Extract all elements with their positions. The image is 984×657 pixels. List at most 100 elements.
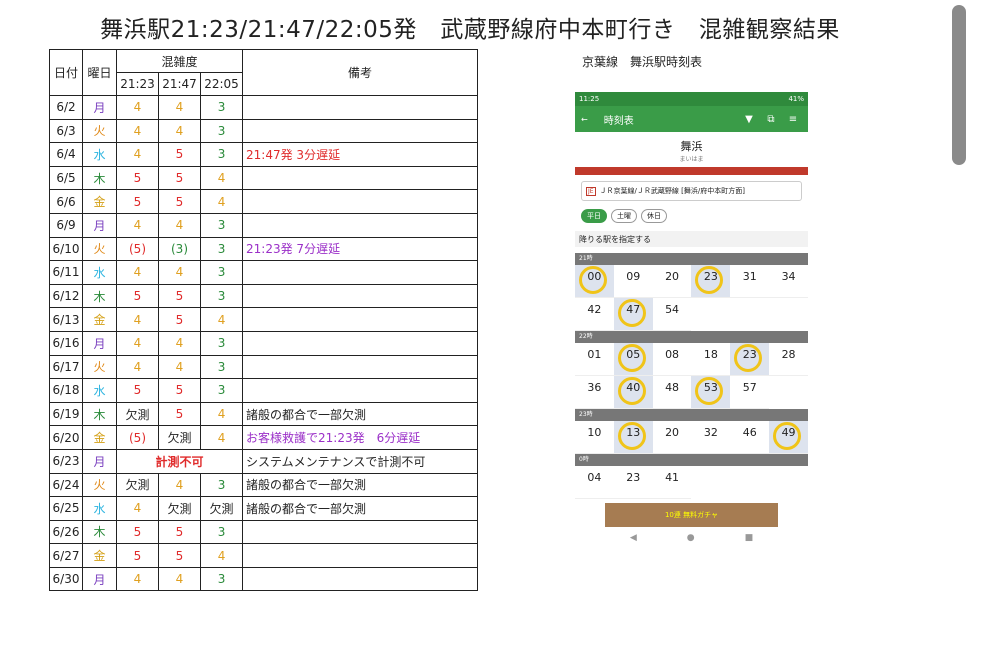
cell-weekday: 水 [82, 260, 117, 285]
line-selector[interactable]: JE ＪＲ京葉線/ＪＲ武蔵野線 [舞浜/府中本町方面] [581, 181, 802, 201]
home-circle-icon[interactable]: ● [687, 533, 695, 543]
cell-weekday: 水 [82, 378, 117, 403]
cell-date: 6/27 [49, 543, 83, 568]
cell-weekday: 木 [82, 165, 117, 191]
highlight-circle [734, 344, 763, 372]
back-triangle-icon[interactable]: ◀ [630, 533, 637, 543]
departure-cell[interactable]: 46 [730, 421, 770, 454]
departure-minute: 41 [665, 471, 680, 484]
departure-cell[interactable]: 49 [769, 421, 808, 454]
cell-congestion: 4 [158, 118, 201, 144]
tab-saturday[interactable]: 土曜 [611, 209, 637, 223]
cell-congestion: 欠測 [158, 425, 201, 450]
departure-minute: 01 [587, 348, 602, 361]
share-icon[interactable]: ⧉ [762, 114, 780, 125]
header-notes: 備考 [242, 49, 478, 96]
cell-note: 諸般の都合で一部欠測 [242, 472, 478, 498]
cell-congestion: 4 [116, 212, 159, 238]
cell-congestion: 5 [158, 189, 201, 214]
departure-cell[interactable]: 40 [613, 376, 653, 409]
cell-congestion: 4 [199, 543, 244, 568]
table-row: 6/11 水 4 4 3 [49, 260, 478, 285]
departure-cell[interactable]: 41 [652, 466, 692, 499]
cell-congestion: 4 [158, 212, 201, 238]
minute-grid: 01 05 08 18 23 28 36 40 48 53 57 [575, 343, 808, 409]
filter-label: 降りる駅を指定する [579, 234, 651, 244]
cell-congestion: 4 [158, 472, 201, 498]
back-arrow-icon[interactable]: ← [581, 115, 588, 124]
tab-weekday[interactable]: 平日 [581, 209, 607, 223]
departure-minute: 10 [587, 426, 602, 439]
cell-weekday: 月 [82, 212, 117, 238]
table-row: 6/30 月 4 4 3 [49, 566, 478, 592]
departure-cell[interactable]: 53 [691, 376, 731, 409]
departure-cell[interactable]: 05 [613, 343, 653, 376]
highlight-circle [617, 299, 646, 327]
cell-date: 6/30 [49, 566, 83, 592]
cell-date: 6/2 [49, 95, 83, 120]
cell-congestion: 5 [158, 307, 201, 332]
cell-congestion: 3 [199, 95, 244, 120]
cell-date: 6/3 [49, 118, 83, 144]
departure-cell[interactable]: 23 [613, 466, 653, 499]
hour-header: 0時 [575, 454, 808, 466]
departure-cell[interactable]: 47 [613, 298, 653, 331]
departure-cell[interactable]: 01 [575, 343, 614, 376]
cell-congestion: 4 [116, 496, 159, 521]
departure-cell[interactable]: 00 [575, 265, 614, 298]
departure-cell[interactable]: 09 [613, 265, 653, 298]
departure-cell[interactable]: 36 [575, 376, 614, 409]
filter-icon[interactable]: ▼ [740, 114, 758, 125]
cell-note [242, 566, 478, 592]
header-time: 22:05 [199, 72, 244, 96]
highlight-circle [695, 266, 724, 294]
departure-cell[interactable]: 04 [575, 466, 614, 499]
cell-congestion: 5 [158, 142, 201, 167]
departure-cell[interactable]: 13 [613, 421, 653, 454]
cell-date: 6/26 [49, 519, 83, 545]
departure-cell[interactable]: 20 [652, 265, 692, 298]
departure-cell[interactable]: 18 [691, 343, 731, 376]
departure-minute: 28 [781, 348, 796, 361]
cell-congestion: 5 [116, 283, 159, 309]
cell-weekday: 木 [82, 401, 117, 427]
recents-square-icon[interactable]: ■ [745, 533, 754, 543]
cell-note [242, 543, 478, 568]
highlight-circle [695, 377, 724, 405]
cell-note [242, 165, 478, 191]
cell-congestion: 4 [158, 260, 201, 285]
departure-cell[interactable]: 42 [575, 298, 614, 331]
cell-date: 6/17 [49, 354, 83, 380]
departure-cell[interactable]: 20 [652, 421, 692, 454]
menu-icon[interactable]: ≡ [784, 114, 802, 125]
table-row: 6/24 火欠測 4 3 諸般の都合で一部欠測 [49, 472, 478, 498]
departure-cell[interactable]: 32 [691, 421, 731, 454]
departure-cell[interactable]: 10 [575, 421, 614, 454]
cell-weekday: 月 [82, 95, 117, 120]
cell-congestion: 5 [158, 283, 201, 309]
departure-cell[interactable]: 23 [691, 265, 731, 298]
highlight-circle [773, 422, 802, 450]
table-row: 6/10 火 (5) (3) 3 21:23発 7分遅延 [49, 236, 478, 262]
app-bar: ← 時刻表 ▼ ⧉ ≡ [575, 106, 808, 132]
departure-cell[interactable]: 31 [730, 265, 770, 298]
cell-congestion: 4 [116, 354, 159, 380]
departure-cell[interactable]: 23 [730, 343, 770, 376]
highlight-circle [617, 377, 646, 405]
destination-filter[interactable]: 降りる駅を指定する [575, 231, 808, 247]
scrollbar-thumb[interactable] [952, 5, 966, 165]
cell-date: 6/5 [49, 165, 83, 191]
departure-cell[interactable]: 34 [769, 265, 808, 298]
table-row: 6/18 水 5 5 3 [49, 378, 478, 403]
cell-weekday: 金 [82, 425, 117, 450]
cell-congestion: 欠測 [158, 496, 201, 521]
departure-minute: 09 [626, 270, 641, 283]
departure-cell[interactable]: 08 [652, 343, 692, 376]
departure-cell[interactable]: 28 [769, 343, 808, 376]
departure-cell[interactable]: 54 [652, 298, 692, 331]
departure-cell[interactable]: 57 [730, 376, 770, 409]
cell-congestion: 欠測 [199, 496, 244, 521]
ad-banner[interactable]: 10連 無料ガチャ [605, 503, 778, 527]
departure-cell[interactable]: 48 [652, 376, 692, 409]
tab-holiday[interactable]: 休日 [641, 209, 667, 223]
